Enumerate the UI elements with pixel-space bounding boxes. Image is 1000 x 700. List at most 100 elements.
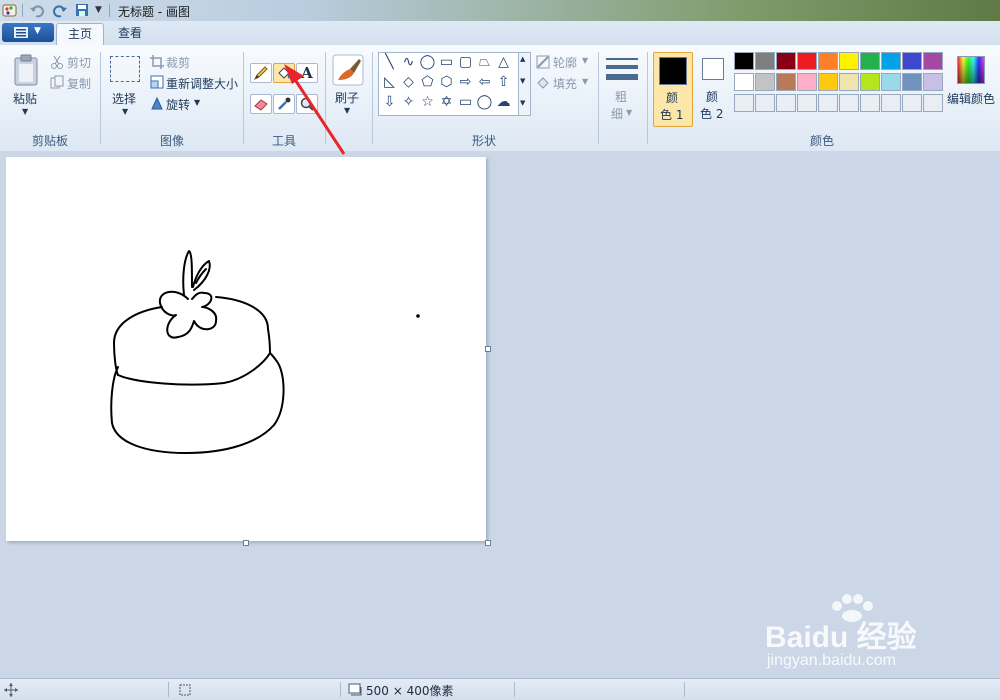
palette-swatch[interactable] [860, 73, 880, 91]
hexagon-shape-icon[interactable]: ⬡ [438, 74, 455, 91]
crop-icon [150, 55, 164, 69]
select-label: 选择 [112, 92, 137, 106]
edit-colors-button[interactable]: 编辑颜色 [947, 54, 996, 124]
down-arrow-shape-icon[interactable]: ⇩ [381, 94, 398, 111]
copy-icon [50, 75, 64, 89]
palette-swatch[interactable] [734, 52, 754, 70]
cut-button[interactable]: 剪切 [67, 54, 91, 71]
expand-gallery-icon[interactable]: ▼ [520, 99, 525, 107]
drawing-canvas[interactable] [6, 157, 486, 541]
fill-button[interactable]: 填充 [553, 75, 577, 92]
rotate-dropdown-icon[interactable]: ▼ [194, 98, 200, 107]
palette-swatch[interactable] [776, 52, 796, 70]
resize-handle-corner[interactable] [485, 540, 491, 546]
custom-color-slot[interactable] [734, 94, 754, 112]
up-arrow-shape-icon[interactable]: ⇧ [495, 74, 512, 91]
divider [243, 52, 244, 144]
crop-button[interactable]: 裁剪 [166, 54, 190, 71]
custom-color-slot[interactable] [755, 94, 775, 112]
rounded-rectangle-shape-icon[interactable]: ▢ [457, 54, 474, 71]
triangle-shape-icon[interactable]: △ [495, 54, 512, 71]
palette-swatch[interactable] [755, 73, 775, 91]
paint-app-icon[interactable] [2, 3, 18, 18]
divider [598, 52, 599, 144]
custom-color-slot[interactable] [839, 94, 859, 112]
select-button[interactable]: 选择 ▼ [106, 54, 144, 124]
outline-button[interactable]: 轮廓 [553, 54, 577, 71]
rectangle-shape-icon[interactable]: ▭ [438, 54, 455, 71]
custom-color-slot[interactable] [902, 94, 922, 112]
eraser-tool[interactable] [250, 94, 272, 114]
right-arrow-shape-icon[interactable]: ⇨ [457, 74, 474, 91]
watermark-brand: Baidu 经验 [765, 621, 917, 654]
palette-swatch[interactable] [818, 52, 838, 70]
pentagon-shape-icon[interactable]: ⬠ [419, 74, 436, 91]
palette-swatch[interactable] [881, 52, 901, 70]
color2-button[interactable]: 颜 色 2 [697, 52, 729, 125]
four-point-star-shape-icon[interactable]: ✧ [400, 94, 417, 111]
palette-swatch[interactable] [902, 52, 922, 70]
watermark-url: jingyan.baidu.com [767, 652, 896, 669]
size-label-line1: 粗 [615, 90, 628, 104]
save-icon[interactable] [75, 3, 89, 18]
redo-icon[interactable] [52, 3, 68, 18]
right-triangle-shape-icon[interactable]: ◺ [381, 74, 398, 91]
copy-button[interactable]: 复制 [67, 75, 91, 92]
palette-swatch[interactable] [881, 73, 901, 91]
select-icon [110, 56, 140, 82]
size-button[interactable]: 粗 细 ▼ [603, 54, 641, 124]
outline-dropdown-icon[interactable]: ▼ [582, 56, 588, 65]
resize-handle-bottom[interactable] [243, 540, 249, 546]
palette-swatch[interactable] [923, 73, 943, 91]
palette-swatch[interactable] [776, 73, 796, 91]
six-point-star-shape-icon[interactable]: ✡ [438, 94, 455, 111]
palette-swatch[interactable] [818, 73, 838, 91]
clipboard-group-label: 剪贴板 [31, 134, 68, 148]
scroll-up-icon[interactable]: ▲ [520, 55, 525, 63]
palette-swatch[interactable] [860, 52, 880, 70]
menu-icon [14, 27, 28, 38]
custom-color-slot[interactable] [776, 94, 796, 112]
palette-swatch[interactable] [839, 52, 859, 70]
custom-color-slot[interactable] [881, 94, 901, 112]
rotate-button[interactable]: 旋转 [166, 96, 190, 113]
file-menu-button[interactable]: ▼ [2, 23, 54, 42]
custom-color-slot[interactable] [797, 94, 817, 112]
color-palette [734, 52, 946, 116]
shapes-scrollbar[interactable]: ▲ ▼ ▼ [518, 52, 531, 116]
quick-access-dropdown-icon[interactable]: ▼ [95, 5, 102, 15]
curve-shape-icon[interactable]: ∿ [400, 54, 417, 71]
palette-swatch[interactable] [734, 73, 754, 91]
cloud-callout-shape-icon[interactable]: ☁ [495, 94, 512, 111]
polygon-shape-icon[interactable]: ⏢ [476, 54, 493, 71]
oval-callout-shape-icon[interactable]: ◯ [476, 94, 493, 111]
pencil-tool[interactable] [250, 63, 272, 83]
canvas-size-icon [348, 683, 362, 696]
color1-button[interactable]: 颜 色 1 [653, 52, 693, 127]
custom-color-slot[interactable] [923, 94, 943, 112]
five-point-star-shape-icon[interactable]: ☆ [419, 94, 436, 111]
diamond-shape-icon[interactable]: ◇ [400, 74, 417, 91]
tab-view[interactable]: 查看 [108, 23, 152, 44]
fill-dropdown-icon[interactable]: ▼ [582, 77, 588, 86]
palette-swatch[interactable] [923, 52, 943, 70]
custom-color-slot[interactable] [860, 94, 880, 112]
resize-handle-right[interactable] [485, 346, 491, 352]
palette-swatch[interactable] [797, 73, 817, 91]
undo-icon[interactable] [29, 3, 45, 18]
rect-callout-shape-icon[interactable]: ▭ [457, 94, 474, 111]
line-shape-icon[interactable]: ╲ [381, 54, 398, 71]
oval-shape-icon[interactable]: ◯ [419, 54, 436, 71]
drawing-image [110, 250, 420, 454]
left-arrow-shape-icon[interactable]: ⇦ [476, 74, 493, 91]
paste-button[interactable]: 粘贴 ▼ [6, 52, 46, 130]
tab-home[interactable]: 主页 [56, 23, 104, 45]
palette-swatch[interactable] [755, 52, 775, 70]
palette-swatch[interactable] [797, 52, 817, 70]
scroll-down-icon[interactable]: ▼ [520, 77, 525, 85]
palette-swatch[interactable] [902, 73, 922, 91]
eraser-icon [254, 99, 268, 111]
palette-swatch[interactable] [839, 73, 859, 91]
resize-button[interactable]: 重新调整大小 [166, 75, 238, 92]
custom-color-slot[interactable] [818, 94, 838, 112]
